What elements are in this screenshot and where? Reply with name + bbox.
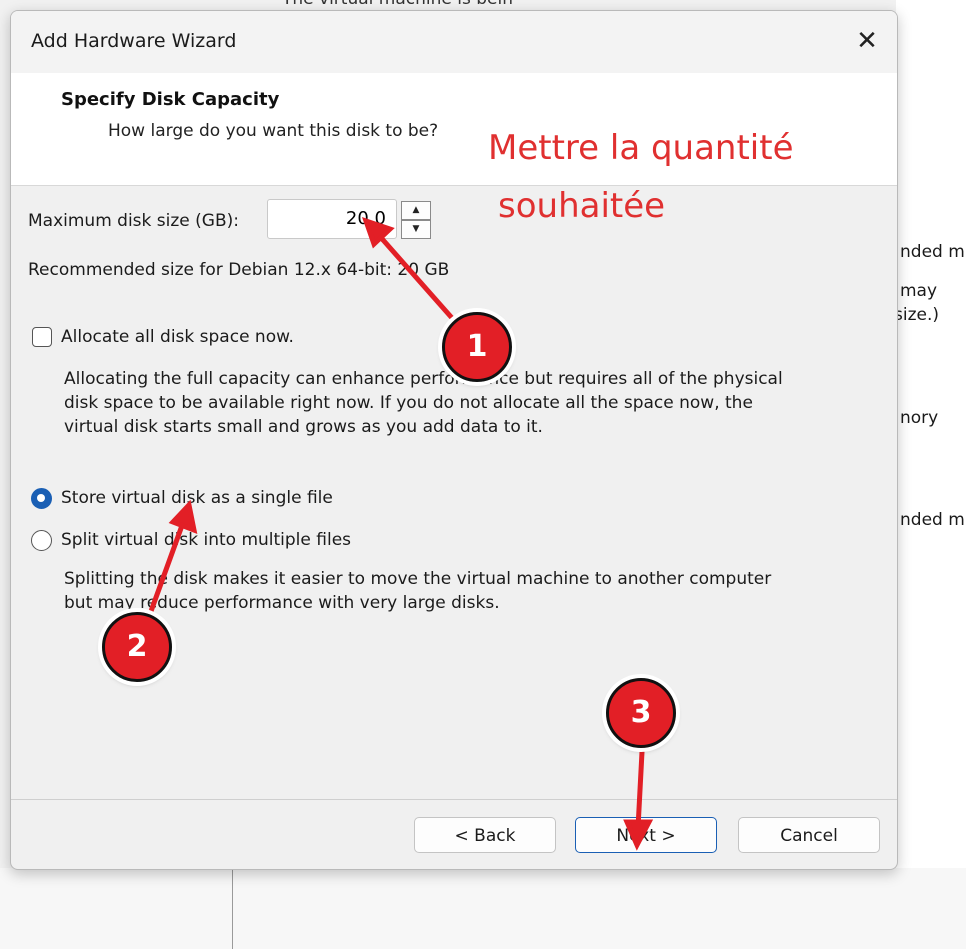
annotation-arrows bbox=[147, 217, 654, 851]
arrow-2 bbox=[147, 517, 187, 617]
annotation-text-line-2: souhaitée bbox=[498, 186, 666, 226]
arrow-2-head bbox=[168, 499, 198, 534]
arrow-3 bbox=[635, 749, 645, 831]
step-badge-2: 2 bbox=[102, 612, 172, 682]
arrow-1 bbox=[373, 229, 455, 321]
step-badge-3: 3 bbox=[606, 678, 676, 748]
step-badge-1: 1 bbox=[442, 312, 512, 382]
arrow-3-head bbox=[623, 819, 654, 851]
annotation-text-line-1: Mettre la quantité bbox=[488, 128, 794, 168]
